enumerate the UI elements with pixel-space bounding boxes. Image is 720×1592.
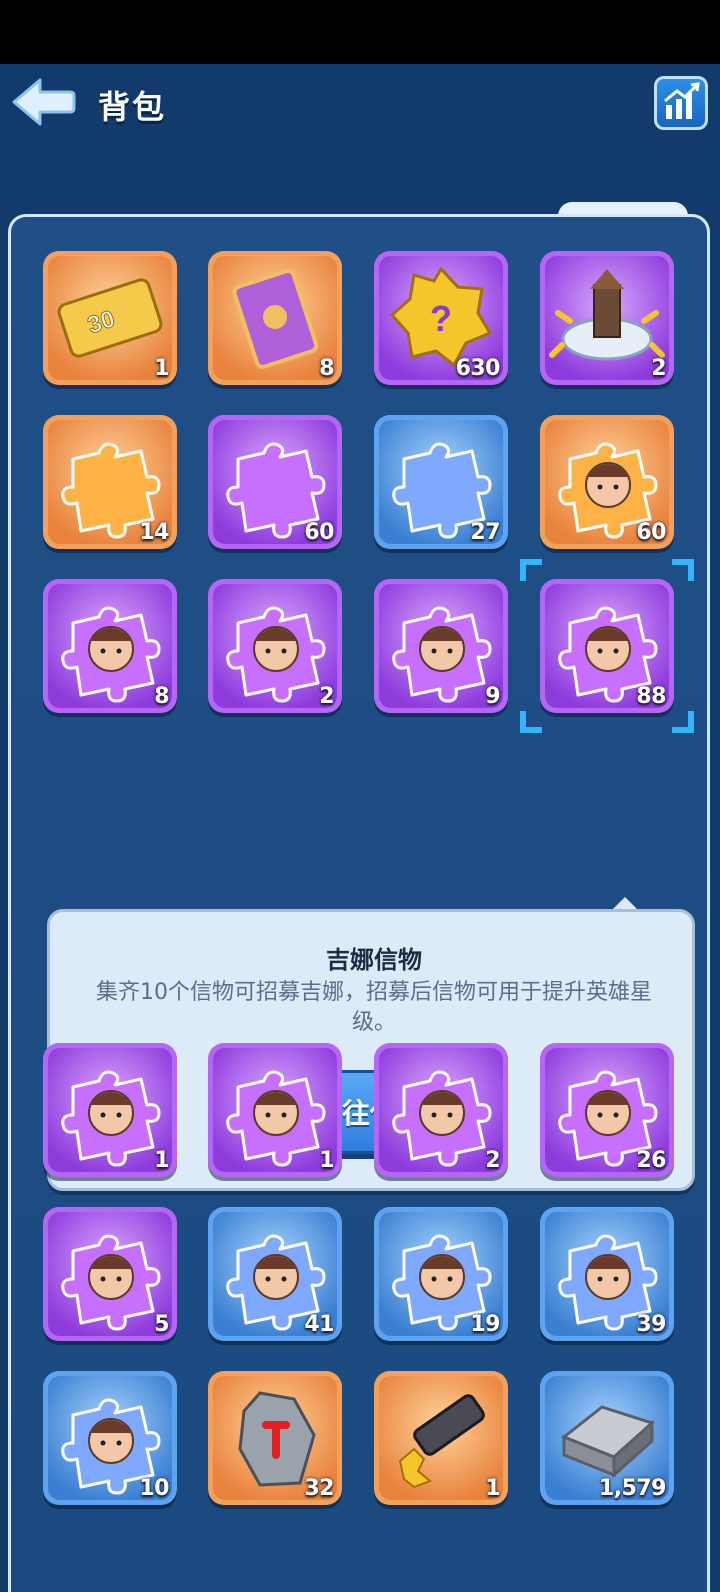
item-count: 39 <box>636 1312 666 1337</box>
item-slot[interactable]: 1 <box>43 1043 177 1177</box>
item-slot[interactable]: 27 <box>374 415 508 549</box>
item-slot[interactable]: 39 <box>540 1207 674 1341</box>
item-slot[interactable]: ? 630 <box>374 251 508 385</box>
item-count: 1 <box>154 356 169 381</box>
item-slot[interactable]: 19 <box>374 1207 508 1341</box>
item-slot[interactable]: 88 <box>540 579 674 713</box>
item-slot[interactable]: 14 <box>43 415 177 549</box>
item-slot[interactable]: 60 <box>540 415 674 549</box>
tooltip-title: 吉娜信物 <box>326 946 422 974</box>
item-slot[interactable]: 9 <box>374 579 508 713</box>
item-slot[interactable]: 32 <box>208 1371 342 1505</box>
selection-corner <box>520 559 542 581</box>
item-count: 88 <box>636 684 666 709</box>
backpack-screen: 背包 资源 加速 增益 装备 其他 吉娜信物 集齐10个信物可招募吉娜，招募后信… <box>0 64 720 1592</box>
item-count: 2 <box>485 1148 500 1173</box>
item-slot[interactable]: 30 1 <box>43 251 177 385</box>
item-slot[interactable]: 8 <box>208 251 342 385</box>
item-count: 60 <box>304 520 334 545</box>
item-count: 19 <box>470 1312 500 1337</box>
item-count: 1 <box>319 1148 334 1173</box>
item-slot[interactable]: 5 <box>43 1207 177 1341</box>
item-count: 1,579 <box>598 1476 667 1501</box>
item-slot[interactable]: 2 <box>208 579 342 713</box>
item-slot[interactable]: 41 <box>208 1207 342 1341</box>
page-title: 背包 <box>98 88 167 126</box>
item-count: 2 <box>651 356 666 381</box>
item-count: 60 <box>636 520 666 545</box>
stats-chart-icon[interactable] <box>654 76 708 130</box>
item-count: 8 <box>154 684 169 709</box>
back-arrow-icon[interactable] <box>10 74 76 130</box>
tooltip-description: 集齐10个信物可招募吉娜，招募后信物可用于提升英雄星级。 <box>96 980 652 1035</box>
item-count: 41 <box>304 1312 334 1337</box>
item-slot[interactable]: 2 <box>540 251 674 385</box>
item-count: 9 <box>485 684 500 709</box>
item-count: 14 <box>139 520 169 545</box>
item-count: 26 <box>636 1148 666 1173</box>
item-count: 10 <box>139 1476 169 1501</box>
item-count: 27 <box>470 520 500 545</box>
selection-corner <box>520 711 542 733</box>
selection-corner <box>672 559 694 581</box>
item-count: 32 <box>304 1476 334 1501</box>
item-grid-panel: 吉娜信物 集齐10个信物可招募吉娜，招募后信物可用于提升英雄星级。 前往使用 3… <box>8 214 710 1592</box>
item-count: 5 <box>154 1312 169 1337</box>
item-slot[interactable]: 26 <box>540 1043 674 1177</box>
selection-corner <box>672 711 694 733</box>
item-count: 8 <box>319 356 334 381</box>
item-count: 630 <box>455 356 501 381</box>
item-count: 1 <box>485 1476 500 1501</box>
item-slot[interactable]: 1 <box>208 1043 342 1177</box>
svg-text:?: ? <box>430 298 452 339</box>
item-slot[interactable]: 8 <box>43 579 177 713</box>
item-slot[interactable]: 2 <box>374 1043 508 1177</box>
item-count: 2 <box>319 684 334 709</box>
item-count: 1 <box>154 1148 169 1173</box>
item-slot[interactable]: 10 <box>43 1371 177 1505</box>
item-slot[interactable]: 1 <box>374 1371 508 1505</box>
item-slot[interactable]: 1,579 <box>540 1371 674 1505</box>
item-slot[interactable]: 60 <box>208 415 342 549</box>
status-bar <box>0 0 720 64</box>
